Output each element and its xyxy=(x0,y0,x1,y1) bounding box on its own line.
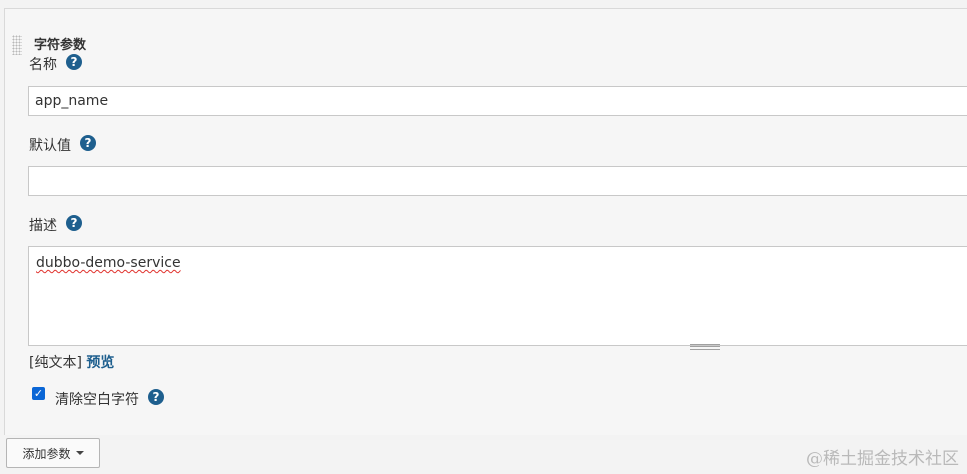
trim-checkbox-label: 清除空白字符 xyxy=(55,392,139,408)
preview-link[interactable]: 预览 xyxy=(86,355,114,371)
default-value-input[interactable] xyxy=(28,166,967,196)
name-label: 名称 xyxy=(29,57,57,73)
section-title: 字符参数 xyxy=(34,38,87,53)
default-value-label: 默认值 xyxy=(29,138,71,154)
resize-grip-icon[interactable] xyxy=(690,344,720,350)
drag-handle-icon[interactable] xyxy=(12,35,22,55)
help-icon[interactable]: ? xyxy=(148,389,164,405)
help-icon[interactable]: ? xyxy=(66,215,82,231)
description-label: 描述 xyxy=(29,218,57,234)
name-input[interactable]: app_name xyxy=(28,86,967,116)
caret-down-icon xyxy=(75,451,84,455)
watermark: @稀土掘金技术社区 xyxy=(806,449,959,469)
description-text: dubbo-demo-service xyxy=(36,255,181,271)
help-icon[interactable]: ? xyxy=(66,54,82,70)
description-textarea[interactable]: dubbo-demo-service xyxy=(28,246,967,346)
plain-text-label: [纯文本] xyxy=(29,355,82,371)
string-parameter-panel: 字符参数 xyxy=(4,8,967,435)
add-parameter-button[interactable]: 添加参数 xyxy=(6,438,100,468)
trim-checkbox[interactable]: ✓ xyxy=(32,387,45,400)
add-parameter-label: 添加参数 xyxy=(22,446,71,461)
help-icon[interactable]: ? xyxy=(80,135,96,151)
format-row: [纯文本] 预览 xyxy=(29,352,114,372)
